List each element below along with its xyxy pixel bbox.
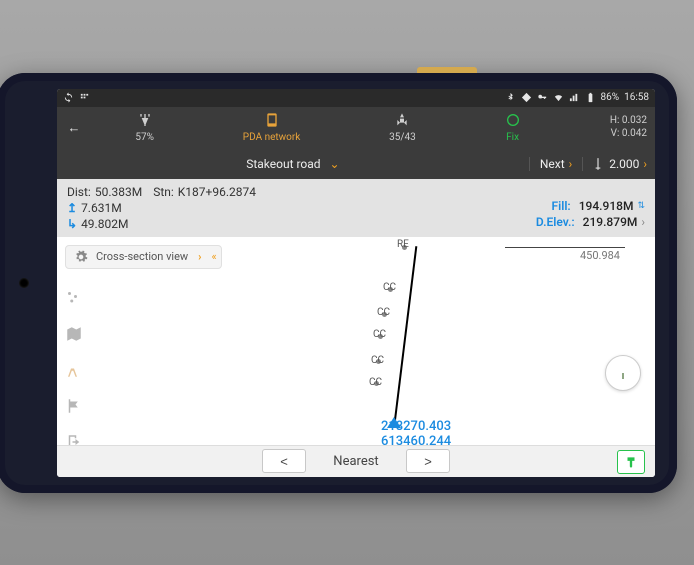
antenna-status[interactable]: 57% [135,112,154,143]
point-label-cc: CC [383,282,396,293]
offset-up-readout: ↥7.631M [67,201,256,215]
mode-selector[interactable]: Stakeout road ⌄ [57,157,529,171]
pda-network-status[interactable]: PDA network [243,112,301,143]
target-height-button[interactable]: 2.000› [582,157,655,171]
stake-icon [624,455,638,469]
tripod-button[interactable] [63,359,85,381]
arrow-forward-icon: ↳ [67,217,77,231]
flag-button[interactable] [63,395,85,417]
cross-section-toggle[interactable]: Cross-section view › « [65,245,222,269]
chevron-right-icon: › [198,250,201,263]
battery-icon [585,92,596,103]
nearby-icon [521,92,532,103]
collapse-icon[interactable]: « [212,250,213,263]
axis-value: 450.984 [580,249,620,262]
map-layers-button[interactable] [63,323,85,345]
axis-line [505,247,625,248]
bluetooth-icon [505,92,516,103]
wifi-icon [553,92,564,103]
nearest-label[interactable]: Nearest [316,454,396,469]
point-label-cc: CC [377,307,390,318]
fill-readout: Fill: 194.918M ⇅ [551,199,645,213]
alignment-line [394,246,417,420]
readings-panel: Dist:50.383M Stn:K187+96.2874 ↥7.631M ↳4… [57,179,655,237]
point-label-cc: CC [369,377,382,388]
back-button[interactable]: ← [57,120,91,136]
next-button[interactable]: Next› [529,157,582,171]
antenna-icon [137,112,153,131]
satellite-status[interactable]: 35/43 [389,112,416,143]
sync-icon [63,92,74,103]
offset-along-readout: ↳49.802M [67,217,256,231]
hv-readout[interactable]: H: 0.032 V: 0.042 [565,115,655,140]
pole-icon [591,157,605,171]
side-toolbar [63,287,85,453]
gear-icon [74,250,88,264]
point-label-cc: CC [373,329,386,340]
antenna-small-icon [614,364,632,382]
satellite-icon [394,112,410,131]
battery-percent: 86% [601,92,620,103]
point-label-cc: CC [371,355,384,366]
prev-point-button[interactable]: < [262,449,306,473]
dist-stn-readout: Dist:50.383M Stn:K187+96.2874 [67,185,256,199]
map-canvas[interactable]: Cross-section view › « 450.984 RE CC [57,237,655,445]
layers-button[interactable] [63,287,85,309]
grid-apps-icon [79,92,90,103]
fix-status[interactable]: Fix [505,112,521,143]
bottom-bar: < Nearest > [57,445,655,477]
point-label-re: RE [397,239,409,250]
delev-readout: D.Elev.: 219.879M › [536,215,645,229]
arrow-up-icon: ↥ [67,201,77,215]
android-status-bar: 86% 16:58 [57,89,655,107]
key-icon [537,92,548,103]
next-point-button[interactable]: > [406,449,450,473]
target-icon [505,112,521,131]
app-toolbar: ← 57% PDA network 35/43 Fix [57,107,655,149]
stake-button[interactable] [617,450,645,474]
cutfill-icon: ⇅ [637,201,645,211]
device-icon [264,112,280,131]
signal-icon [569,92,580,103]
sub-header: Stakeout road ⌄ Next› 2.000› [57,149,655,179]
recenter-button[interactable] [605,355,641,391]
chevron-down-icon: ⌄ [330,157,340,171]
clock-time: 16:58 [624,92,649,103]
